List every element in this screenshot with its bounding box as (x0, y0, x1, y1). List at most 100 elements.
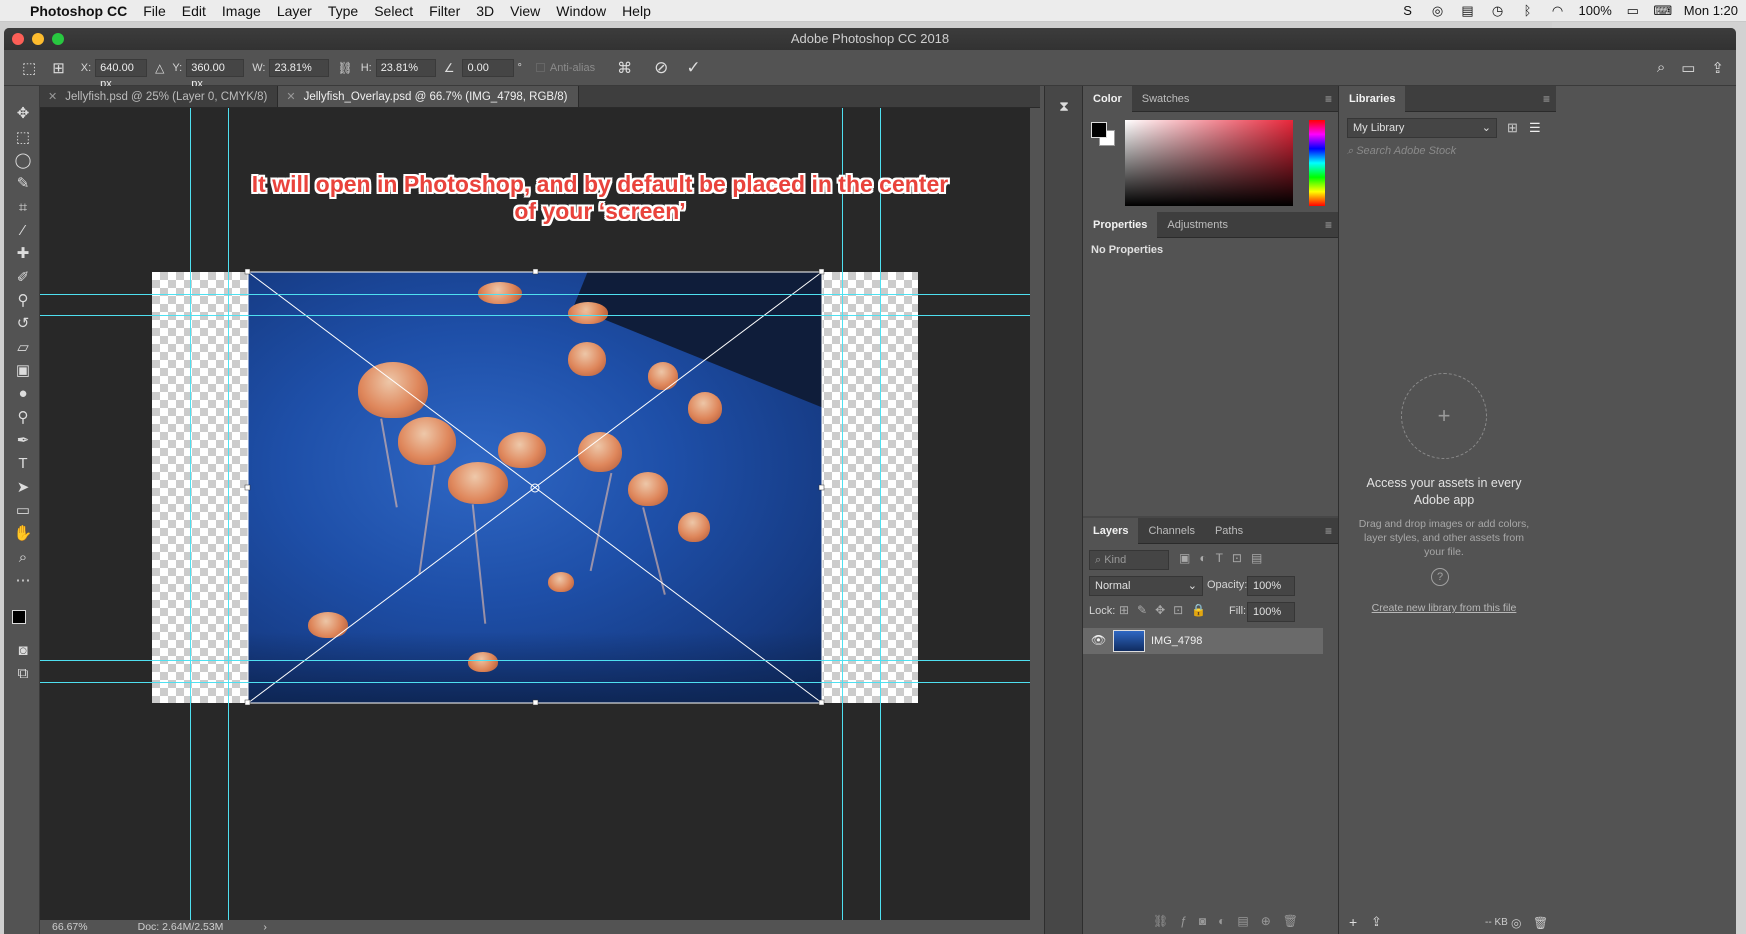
time-machine-icon[interactable]: ◷ (1489, 3, 1507, 18)
crop-tool-icon[interactable]: ⌗ (12, 198, 34, 218)
dodge-tool-icon[interactable]: ⚲ (12, 408, 34, 428)
status-arrow-icon[interactable]: › (263, 921, 267, 933)
panel-menu-icon[interactable]: ≡ (1543, 92, 1550, 106)
panel-menu-icon[interactable]: ≡ (1325, 524, 1332, 538)
tab-jellyfish-overlay[interactable]: ✕ Jellyfish_Overlay.psd @ 66.7% (IMG_479… (278, 86, 579, 108)
guide-vertical[interactable] (880, 108, 881, 920)
guide-horizontal[interactable] (40, 315, 1030, 316)
color-field[interactable] (1125, 120, 1293, 206)
healing-brush-tool-icon[interactable]: ✚ (12, 244, 34, 264)
menu-app-name[interactable]: Photoshop CC (22, 3, 135, 19)
panel-menu-icon[interactable]: ≡ (1325, 218, 1332, 232)
delta-icon[interactable]: △ (155, 61, 164, 75)
quick-mask-icon[interactable]: ◙ (12, 641, 34, 661)
width-field[interactable]: 23.81% (269, 58, 330, 77)
script-s-icon[interactable]: S (1399, 3, 1417, 18)
keyboard-icon[interactable]: ⌨ (1653, 3, 1672, 18)
eraser-tool-icon[interactable]: ▱ (12, 338, 34, 358)
list-view-icon[interactable]: ☰ (1529, 120, 1541, 136)
opacity-field[interactable]: 100% (1247, 576, 1295, 596)
menu-file[interactable]: File (135, 3, 174, 19)
screen-mode-icon[interactable]: ⧉ (12, 664, 34, 684)
menu-layer[interactable]: Layer (269, 3, 320, 19)
creative-cloud-icon[interactable]: ◎ (1429, 3, 1447, 18)
zoom-level[interactable]: 66.67% (52, 921, 88, 933)
transform-preset-icon[interactable]: ⬚ (22, 59, 36, 77)
history-panel-icon[interactable]: ⧗ (1053, 98, 1075, 118)
menubar-clock[interactable]: Mon 1:20 (1684, 3, 1738, 18)
type-tool-icon[interactable]: T (12, 454, 34, 474)
eye-icon[interactable]: 👁 (1091, 633, 1106, 647)
menu-view[interactable]: View (502, 3, 548, 19)
gradient-tool-icon[interactable]: ▣ (12, 361, 34, 381)
guide-horizontal[interactable] (40, 294, 1030, 295)
search-icon[interactable]: ⌕ (1657, 59, 1665, 76)
add-content-icon[interactable]: + (1349, 914, 1357, 930)
path-selection-tool-icon[interactable]: ➤ (12, 478, 34, 498)
close-tab-icon[interactable]: ✕ (286, 86, 295, 108)
panel-menu-icon[interactable]: ≡ (1325, 92, 1332, 106)
layers-footer-icons[interactable]: ⛓ƒ◙◐▤⊕🗑 (1153, 914, 1310, 928)
hue-slider[interactable] (1309, 120, 1325, 206)
drive-icon[interactable]: ▤ (1459, 3, 1477, 18)
upload-icon[interactable]: ⇪ (1371, 914, 1382, 930)
create-library-link[interactable]: Create new library from this file (1353, 602, 1535, 614)
blur-tool-icon[interactable]: ● (12, 384, 34, 404)
guide-vertical[interactable] (842, 108, 843, 920)
warp-icon[interactable]: ⌘ (617, 59, 632, 77)
layer-kind-filter[interactable]: ⌕ Kind (1089, 550, 1169, 570)
menu-help[interactable]: Help (614, 3, 659, 19)
lock-icons[interactable]: ⊞✎✥⊡🔒 (1119, 603, 1214, 617)
cancel-transform-icon[interactable]: ⊘ (654, 58, 668, 78)
antialias-checkbox[interactable] (535, 63, 545, 72)
tab-jellyfish[interactable]: ✕ Jellyfish.psd @ 25% (Layer 0, CMYK/8) (40, 86, 279, 107)
eyedropper-tool-icon[interactable]: ⁄ (12, 221, 34, 241)
tab-color[interactable]: Color (1083, 85, 1132, 112)
move-tool-icon[interactable]: ✥ (12, 104, 34, 124)
tab-layers[interactable]: Layers (1083, 517, 1139, 544)
zoom-tool-icon[interactable]: ⌕ (12, 548, 34, 568)
guide-vertical[interactable] (228, 108, 229, 920)
trash-icon[interactable]: 🗑 (1533, 916, 1548, 930)
guide-horizontal[interactable] (40, 682, 1030, 683)
menu-select[interactable]: Select (366, 3, 421, 19)
commit-transform-icon[interactable]: ✓ (686, 58, 700, 78)
tab-swatches[interactable]: Swatches (1132, 86, 1200, 112)
minimize-window-button[interactable] (32, 33, 44, 45)
add-asset-icon[interactable]: + (1401, 373, 1487, 459)
battery-icon[interactable]: ▭ (1624, 3, 1642, 18)
layer-name[interactable]: IMG_4798 (1151, 635, 1202, 647)
menu-3d[interactable]: 3D (468, 3, 502, 19)
help-icon[interactable]: ? (1431, 568, 1449, 586)
hand-tool-icon[interactable]: ✋ (12, 524, 34, 544)
tab-properties[interactable]: Properties (1083, 211, 1158, 238)
grid-view-icon[interactable]: ⊞ (1507, 120, 1518, 136)
clone-stamp-tool-icon[interactable]: ⚲ (12, 291, 34, 311)
transform-bounding-box[interactable] (40, 108, 1030, 920)
guide-horizontal[interactable] (40, 660, 1030, 661)
tab-channels[interactable]: Channels (1138, 518, 1204, 544)
workspace-icon[interactable]: ▭ (1681, 59, 1695, 77)
link-icon[interactable]: ⛓ (337, 61, 352, 75)
reference-point-icon[interactable]: ⊞ (52, 59, 65, 77)
canvas-area[interactable]: It will open in Photoshop, and by defaul… (40, 108, 1030, 920)
layer-filter-icons[interactable]: ▣◐T⊡▤ (1179, 551, 1271, 565)
x-position-field[interactable]: 640.00 px (95, 58, 148, 90)
brush-tool-icon[interactable]: ✐ (12, 268, 34, 288)
pen-tool-icon[interactable]: ✒ (12, 431, 34, 451)
layer-row[interactable]: 👁 IMG_4798 (1083, 628, 1323, 654)
guide-vertical[interactable] (190, 108, 191, 920)
tab-paths[interactable]: Paths (1205, 518, 1253, 544)
menu-window[interactable]: Window (548, 3, 614, 19)
foreground-color-swatch[interactable] (12, 610, 26, 624)
history-brush-tool-icon[interactable]: ↺ (12, 314, 34, 334)
blend-mode-select[interactable]: Normal ⌄ (1089, 576, 1203, 596)
share-icon[interactable]: ⇪ (1711, 59, 1724, 77)
y-position-field[interactable]: 360.00 px (186, 58, 245, 90)
tab-libraries[interactable]: Libraries (1339, 85, 1406, 112)
height-field[interactable]: 23.81% (375, 58, 436, 77)
quick-select-tool-icon[interactable]: ✎ (12, 174, 34, 194)
close-window-button[interactable] (12, 33, 24, 45)
menu-filter[interactable]: Filter (421, 3, 468, 19)
menu-image[interactable]: Image (214, 3, 269, 19)
